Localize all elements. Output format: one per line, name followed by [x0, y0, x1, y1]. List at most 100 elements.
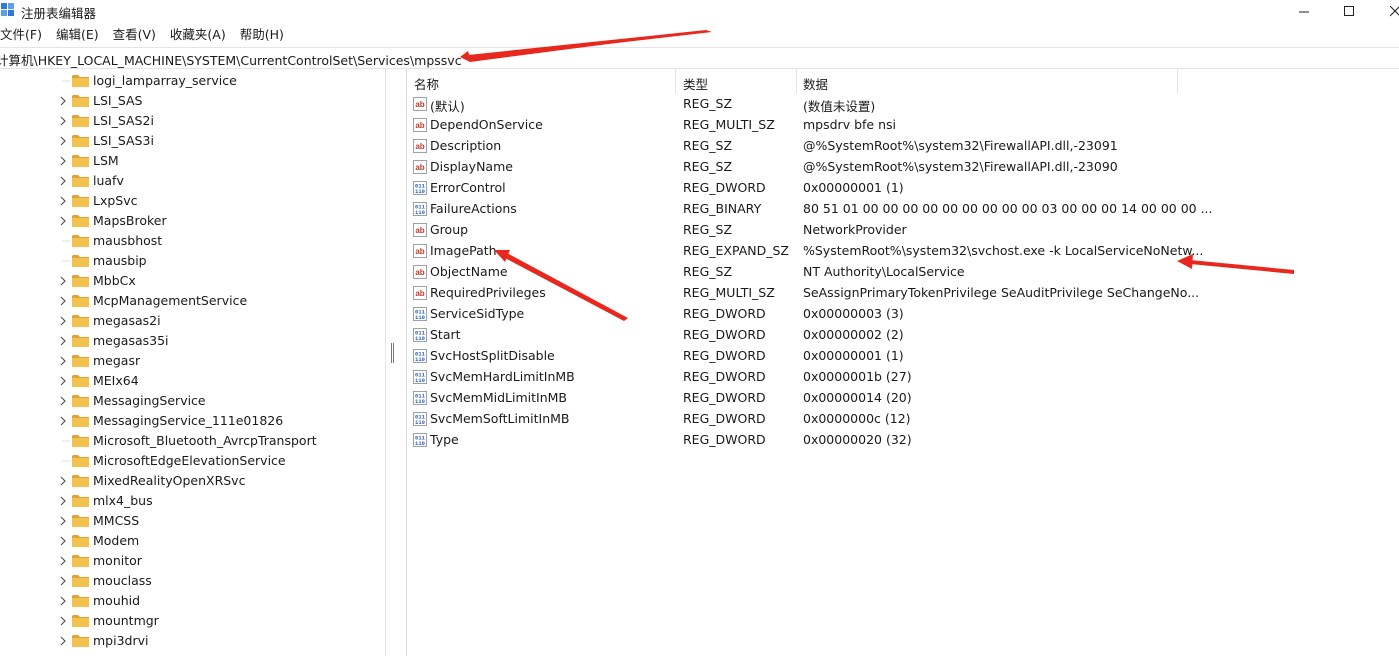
- menu-favorites[interactable]: 收藏夹(A): [170, 26, 232, 44]
- chevron-right-icon[interactable]: [58, 536, 68, 546]
- tree-item[interactable]: mouclass: [0, 571, 385, 591]
- tree-item[interactable]: MixedRealityOpenXRSvc: [0, 471, 385, 491]
- chevron-right-icon[interactable]: [58, 416, 68, 426]
- chevron-right-icon[interactable]: [58, 376, 68, 386]
- column-header-type[interactable]: 类型: [683, 74, 708, 93]
- tree-item[interactable]: megasas35i: [0, 331, 385, 351]
- tree-item[interactable]: logi_lamparray_service: [0, 71, 385, 91]
- tree-item[interactable]: LSI_SAS2i: [0, 111, 385, 131]
- value-type: REG_DWORD: [683, 327, 766, 342]
- menu-file[interactable]: 文件(F): [0, 26, 48, 44]
- value-row[interactable]: ab Group REG_SZ NetworkProvider: [407, 220, 1177, 241]
- menu-edit[interactable]: 编辑(E): [56, 26, 105, 44]
- tree-item[interactable]: mausbip: [0, 251, 385, 271]
- tree-item[interactable]: MbbCx: [0, 271, 385, 291]
- chevron-right-icon[interactable]: [58, 636, 68, 646]
- tree-item-label: MEIx64: [93, 373, 139, 388]
- tree-item[interactable]: MEIx64: [0, 371, 385, 391]
- tree-item[interactable]: mausbhost: [0, 231, 385, 251]
- menu-view[interactable]: 查看(V): [113, 26, 162, 44]
- chevron-right-icon[interactable]: [58, 476, 68, 486]
- chevron-right-icon[interactable]: [58, 156, 68, 166]
- minimize-button[interactable]: [1281, 0, 1327, 22]
- chevron-right-icon[interactable]: [58, 336, 68, 346]
- chevron-right-icon[interactable]: [58, 616, 68, 626]
- value-row[interactable]: 011 110 SvcMemMidLimitInMB REG_DWORD 0x000…: [407, 388, 1177, 409]
- column-separator[interactable]: [1177, 69, 1178, 93]
- tree-item[interactable]: MicrosoftEdgeElevationService: [0, 451, 385, 471]
- tree-item[interactable]: MessagingService: [0, 391, 385, 411]
- value-row[interactable]: ab (默认) REG_SZ (数值未设置): [407, 94, 1177, 115]
- value-row[interactable]: ab Description REG_SZ @%SystemRoot%\system…: [407, 136, 1177, 157]
- chevron-right-icon[interactable]: [58, 116, 68, 126]
- tree-item[interactable]: mpi3drvi: [0, 631, 385, 651]
- chevron-right-icon[interactable]: [58, 196, 68, 206]
- value-row[interactable]: 011 110 SvcMemSoftLimitInMB REG_DWORD 0x00…: [407, 409, 1177, 430]
- chevron-right-icon[interactable]: [58, 96, 68, 106]
- tree-connector-line: [62, 460, 70, 462]
- chevron-right-icon[interactable]: [58, 576, 68, 586]
- column-header-name[interactable]: 名称: [414, 74, 439, 93]
- tree-item[interactable]: Modem: [0, 531, 385, 551]
- chevron-right-icon[interactable]: [58, 316, 68, 326]
- value-row[interactable]: 011 110 ErrorControl REG_DWORD 0x00000001 …: [407, 178, 1177, 199]
- tree-item[interactable]: mouhid: [0, 591, 385, 611]
- value-row[interactable]: 011 110 SvcHostSplitDisable REG_DWORD 0x00…: [407, 346, 1177, 367]
- tree-item[interactable]: monitor: [0, 551, 385, 571]
- value-row[interactable]: 011 110 Start REG_DWORD 0x00000002 (2): [407, 325, 1177, 346]
- chevron-right-icon[interactable]: [58, 496, 68, 506]
- chevron-right-icon[interactable]: [58, 136, 68, 146]
- value-row[interactable]: 011 110 Type REG_DWORD 0x00000020 (32): [407, 430, 1177, 451]
- chevron-right-icon[interactable]: [58, 176, 68, 186]
- tree-item[interactable]: MMCSS: [0, 511, 385, 531]
- value-row[interactable]: 011 110 FailureActions REG_BINARY 80 51 01…: [407, 199, 1213, 220]
- chevron-right-icon[interactable]: [58, 556, 68, 566]
- close-button[interactable]: [1372, 0, 1399, 22]
- key-tree[interactable]: logi_lamparray_service LSI_SAS LSI_SAS2i…: [0, 69, 385, 656]
- values-list[interactable]: 名称 类型 数据 ab (默认) REG_SZ (数值未设置) ab DependO…: [407, 69, 1399, 656]
- tree-item[interactable]: megasas2i: [0, 311, 385, 331]
- column-header-data[interactable]: 数据: [803, 74, 828, 93]
- svg-text:ab: ab: [415, 289, 424, 298]
- column-separator[interactable]: [675, 69, 676, 93]
- tree-item[interactable]: LSI_SAS: [0, 91, 385, 111]
- value-row[interactable]: ab ImagePath REG_EXPAND_SZ %SystemRoot%\sy…: [407, 241, 1203, 262]
- tree-item[interactable]: LSM: [0, 151, 385, 171]
- tree-item[interactable]: Microsoft_Bluetooth_AvrcpTransport: [0, 431, 385, 451]
- chevron-right-icon[interactable]: [58, 396, 68, 406]
- splitter-grip[interactable]: [391, 343, 394, 363]
- menu-help[interactable]: 帮助(H): [240, 26, 290, 44]
- value-row[interactable]: ab RequiredPrivileges REG_MULTI_SZ SeAssig…: [407, 283, 1199, 304]
- value-row[interactable]: 011 110 SvcMemHardLimitInMB REG_DWORD 0x00…: [407, 367, 1177, 388]
- value-row[interactable]: 011 110 ServiceSidType REG_DWORD 0x0000000…: [407, 304, 1177, 325]
- address-bar[interactable]: 计算机\HKEY_LOCAL_MACHINE\SYSTEM\CurrentCon…: [0, 47, 1399, 69]
- column-separator[interactable]: [796, 69, 797, 93]
- tree-item[interactable]: LSI_SAS3i: [0, 131, 385, 151]
- folder-icon: [72, 615, 89, 627]
- chevron-right-icon[interactable]: [58, 296, 68, 306]
- value-data: %SystemRoot%\system32\svchost.exe -k Loc…: [803, 243, 1204, 258]
- chevron-right-icon[interactable]: [58, 276, 68, 286]
- chevron-right-icon[interactable]: [58, 216, 68, 226]
- value-row[interactable]: ab DependOnService REG_MULTI_SZ mpsdrv bfe…: [407, 115, 1177, 136]
- tree-item[interactable]: MessagingService_111e01826: [0, 411, 385, 431]
- svg-text:110: 110: [415, 314, 425, 321]
- pane-splitter[interactable]: [385, 69, 408, 656]
- tree-item[interactable]: mlx4_bus: [0, 491, 385, 511]
- chevron-right-icon[interactable]: [58, 516, 68, 526]
- binary-value-icon: 011 110: [413, 349, 427, 363]
- tree-item[interactable]: luafv: [0, 171, 385, 191]
- tree-item[interactable]: McpManagementService: [0, 291, 385, 311]
- tree-item[interactable]: LxpSvc: [0, 191, 385, 211]
- tree-item[interactable]: megasr: [0, 351, 385, 371]
- tree-item[interactable]: MapsBroker: [0, 211, 385, 231]
- chevron-right-icon[interactable]: [58, 356, 68, 366]
- maximize-button[interactable]: [1326, 0, 1372, 22]
- address-path[interactable]: 计算机\HKEY_LOCAL_MACHINE\SYSTEM\CurrentCon…: [0, 50, 462, 69]
- folder-icon: [72, 535, 89, 547]
- value-row[interactable]: ab ObjectName REG_SZ NT Authority\LocalSer…: [407, 262, 1177, 283]
- value-row[interactable]: ab DisplayName REG_SZ @%SystemRoot%\system…: [407, 157, 1177, 178]
- svg-text:110: 110: [415, 419, 425, 426]
- chevron-right-icon[interactable]: [58, 596, 68, 606]
- tree-item[interactable]: mountmgr: [0, 611, 385, 631]
